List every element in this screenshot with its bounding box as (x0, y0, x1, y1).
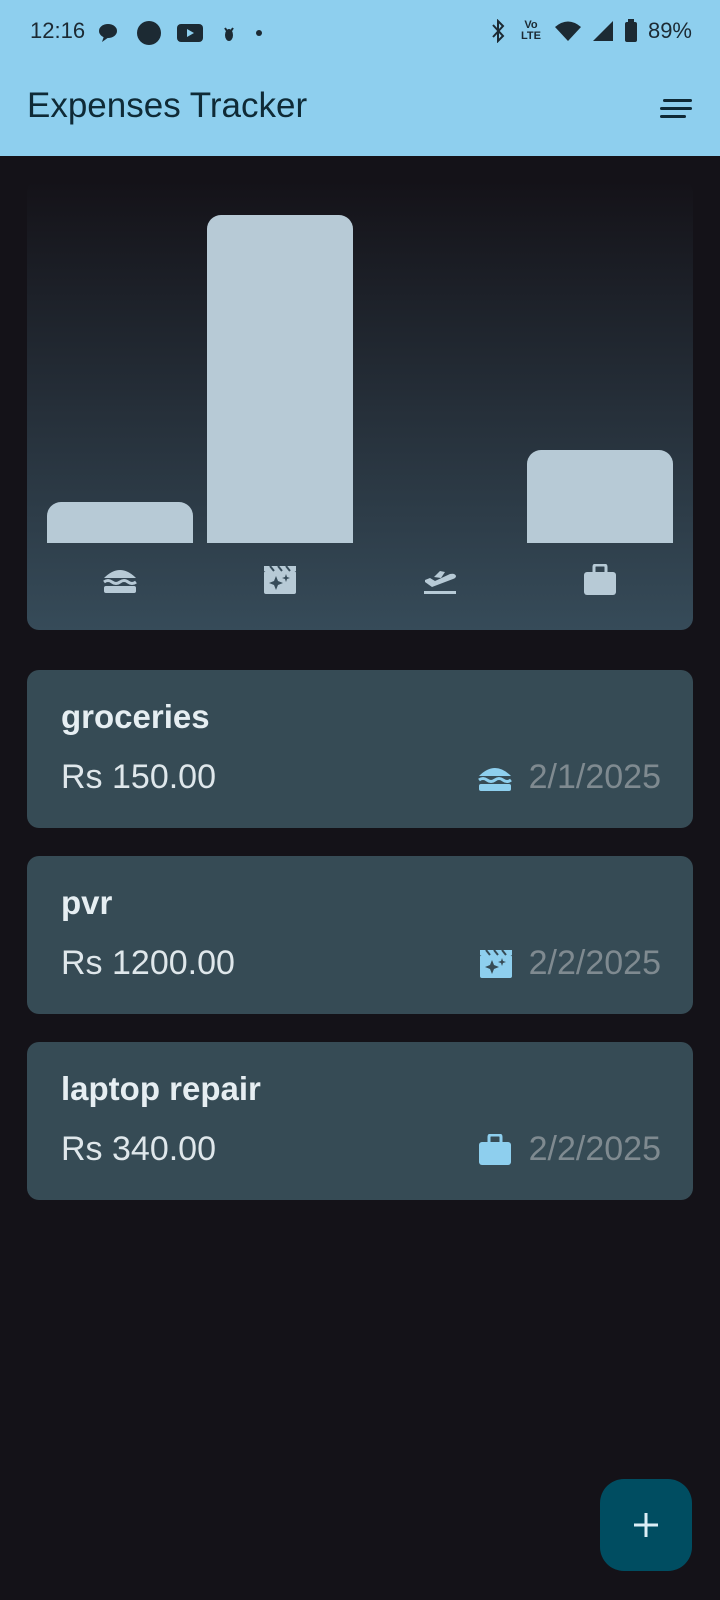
circle-app-icon (137, 21, 161, 45)
expense-date: 2/2/2025 (528, 944, 661, 982)
chart-category-work (527, 550, 673, 610)
volte-label: Vo LTE (520, 19, 541, 42)
chart-category-travel (367, 550, 513, 610)
page-title: Expenses Tracker (27, 86, 308, 125)
briefcase-icon (478, 1133, 511, 1165)
expense-chart (27, 180, 693, 630)
battery-percent: 89% (647, 18, 692, 43)
briefcase-icon (584, 564, 616, 595)
chart-bars (27, 180, 693, 543)
expense-title: laptop repair (61, 1070, 261, 1107)
flight-takeoff-icon (424, 571, 456, 594)
battery-icon (624, 19, 637, 42)
expense-amount: Rs 340.00 (61, 1130, 216, 1168)
chart-category-food (47, 550, 193, 610)
notification-icons (98, 20, 264, 46)
sort-menu-button[interactable] (656, 92, 696, 126)
expense-card[interactable]: pvr Rs 1200.00 2/2/2025 (27, 856, 693, 1014)
expense-card[interactable]: groceries Rs 150.00 2/1/2025 (27, 670, 693, 828)
chart-category-leisure (207, 550, 353, 610)
chart-bar-food (47, 502, 193, 543)
cell-signal-icon (592, 21, 613, 41)
status-bar: 12:16 Vo LTE 89% (0, 0, 720, 64)
expense-amount: Rs 150.00 (61, 758, 216, 796)
add-expense-button[interactable] (600, 1479, 692, 1571)
chart-bar-leisure (207, 215, 353, 543)
expense-title: pvr (61, 884, 113, 921)
chart-category-icons (27, 550, 693, 610)
system-icons: Vo LTE 89% (488, 18, 692, 44)
youtube-icon (177, 24, 203, 42)
expense-date: 2/1/2025 (528, 758, 661, 796)
expense-title: groceries (61, 698, 210, 735)
movie-icon (479, 948, 512, 978)
wifi-icon (554, 21, 581, 41)
app-header: 12:16 Vo LTE 89% Expenses Tracker (0, 0, 720, 156)
expense-amount: Rs 1200.00 (61, 944, 235, 982)
burger-icon (103, 570, 137, 593)
expense-card[interactable]: laptop repair Rs 340.00 2/2/2025 (27, 1042, 693, 1200)
movie-icon (264, 565, 296, 594)
chat-bubbles-icon (99, 24, 117, 42)
status-time: 12:16 (30, 18, 86, 43)
bluetooth-icon (492, 19, 505, 43)
dot-icon (256, 30, 262, 36)
sort-icon (660, 99, 692, 118)
bug-icon (224, 27, 234, 41)
plus-icon (634, 1513, 658, 1537)
expense-date: 2/2/2025 (528, 1130, 661, 1168)
burger-icon (477, 767, 512, 791)
chart-bar-work (527, 450, 673, 543)
